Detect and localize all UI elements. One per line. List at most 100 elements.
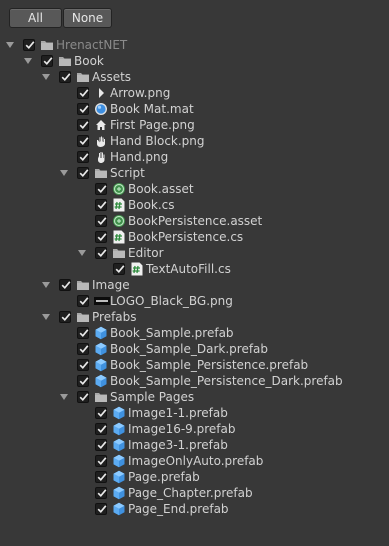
prefab-icon <box>112 486 126 500</box>
tree-item-label: HrenactNET <box>56 38 128 52</box>
tree-row[interactable]: Image <box>0 278 389 294</box>
tree-row[interactable]: Sample Pages <box>0 390 389 406</box>
expand-arrow-icon[interactable] <box>78 250 86 256</box>
tree-item-label: Prefabs <box>92 310 137 324</box>
tree-row[interactable]: Script <box>0 166 389 182</box>
tree-row[interactable]: Image1-1.prefab <box>0 406 389 422</box>
tree-row[interactable]: Book Mat.mat <box>0 102 389 118</box>
expand-arrow-icon[interactable] <box>60 394 68 400</box>
tree-item-label: Page_End.prefab <box>128 502 229 516</box>
tree-row[interactable]: Page_Chapter.prefab <box>0 486 389 502</box>
select-all-button[interactable]: All <box>9 8 62 28</box>
include-checkbox[interactable] <box>77 167 89 179</box>
include-checkbox[interactable] <box>59 71 71 83</box>
folder-icon <box>58 54 72 68</box>
scriptable-asset-icon <box>112 214 126 228</box>
prefab-icon <box>112 422 126 436</box>
tree-row[interactable]: Book <box>0 54 389 70</box>
tree-item-label: Book_Sample_Dark.prefab <box>110 342 269 356</box>
expand-arrow-icon[interactable] <box>42 74 50 80</box>
expand-arrow-icon[interactable] <box>42 314 50 320</box>
tree-row[interactable]: TextAutoFill.cs <box>0 262 389 278</box>
include-checkbox[interactable] <box>95 455 107 467</box>
include-checkbox[interactable] <box>95 503 107 515</box>
tree-row[interactable]: Page.prefab <box>0 470 389 486</box>
tree-row[interactable]: Book_Sample_Persistence.prefab <box>0 358 389 374</box>
csharp-script-icon <box>112 230 126 244</box>
tree-row[interactable]: First Page.png <box>0 118 389 134</box>
material-icon <box>94 102 108 116</box>
folder-icon <box>76 278 90 292</box>
tree-item-label: Editor <box>128 246 164 260</box>
expand-arrow-icon[interactable] <box>42 282 50 288</box>
prefab-icon <box>94 342 108 356</box>
include-checkbox[interactable] <box>95 407 107 419</box>
folder-icon <box>76 70 90 84</box>
tree-item-label: TextAutoFill.cs <box>146 262 231 276</box>
tree-row[interactable]: BookPersistence.asset <box>0 214 389 230</box>
include-checkbox[interactable] <box>95 231 107 243</box>
include-checkbox[interactable] <box>95 199 107 211</box>
include-checkbox[interactable] <box>77 295 89 307</box>
logo-image-icon <box>94 294 110 308</box>
folder-icon <box>94 390 108 404</box>
tree-row[interactable]: Page_End.prefab <box>0 502 389 518</box>
csharp-script-icon <box>112 198 126 212</box>
include-checkbox[interactable] <box>77 359 89 371</box>
tree-row[interactable]: Arrow.png <box>0 86 389 102</box>
include-checkbox[interactable] <box>95 423 107 435</box>
include-checkbox[interactable] <box>95 471 107 483</box>
include-checkbox[interactable] <box>95 215 107 227</box>
tree-item-label: Book.cs <box>128 198 175 212</box>
include-checkbox[interactable] <box>77 119 89 131</box>
tree-item-label: Book <box>74 54 104 68</box>
tree-row[interactable]: Book_Sample.prefab <box>0 326 389 342</box>
include-checkbox[interactable] <box>95 439 107 451</box>
include-checkbox[interactable] <box>59 311 71 323</box>
include-checkbox[interactable] <box>77 375 89 387</box>
tree-row[interactable]: Image3-1.prefab <box>0 438 389 454</box>
include-checkbox[interactable] <box>77 391 89 403</box>
select-none-button[interactable]: None <box>63 8 112 28</box>
tree-row[interactable]: Image16-9.prefab <box>0 422 389 438</box>
tree-row[interactable]: LOGO_Black_BG.png <box>0 294 389 310</box>
tree-row[interactable]: Prefabs <box>0 310 389 326</box>
include-checkbox[interactable] <box>77 343 89 355</box>
tree-item-label: ImageOnlyAuto.prefab <box>128 454 264 468</box>
hand-image-icon <box>94 150 108 164</box>
include-checkbox[interactable] <box>77 103 89 115</box>
include-checkbox[interactable] <box>77 87 89 99</box>
tree-item-label: Image16-9.prefab <box>128 422 236 436</box>
include-checkbox[interactable] <box>95 247 107 259</box>
tree-row[interactable]: Assets <box>0 70 389 86</box>
include-checkbox[interactable] <box>41 55 53 67</box>
tree-row[interactable]: HrenactNET <box>0 38 389 54</box>
include-checkbox[interactable] <box>95 487 107 499</box>
tree-row[interactable]: Book.asset <box>0 182 389 198</box>
expand-arrow-icon[interactable] <box>24 58 32 64</box>
tree-row[interactable]: Editor <box>0 246 389 262</box>
include-checkbox[interactable] <box>23 39 35 51</box>
expand-arrow-icon[interactable] <box>6 42 14 48</box>
include-checkbox[interactable] <box>77 151 89 163</box>
tree-item-label: Book_Sample.prefab <box>110 326 234 340</box>
tree-item-label: Page_Chapter.prefab <box>128 486 253 500</box>
tree-row[interactable]: Hand.png <box>0 150 389 166</box>
folder-icon <box>112 246 126 260</box>
include-checkbox[interactable] <box>77 327 89 339</box>
include-checkbox[interactable] <box>59 279 71 291</box>
prefab-icon <box>112 438 126 452</box>
tree-row[interactable]: Book.cs <box>0 198 389 214</box>
tree-item-label: Book_Sample_Persistence.prefab <box>110 358 309 372</box>
tree-row[interactable]: ImageOnlyAuto.prefab <box>0 454 389 470</box>
tree-row[interactable]: BookPersistence.cs <box>0 230 389 246</box>
include-checkbox[interactable] <box>113 263 125 275</box>
expand-arrow-icon[interactable] <box>60 170 68 176</box>
prefab-icon <box>112 502 126 516</box>
tree-item-label: Sample Pages <box>110 390 195 404</box>
tree-row[interactable]: Book_Sample_Dark.prefab <box>0 342 389 358</box>
include-checkbox[interactable] <box>95 183 107 195</box>
tree-row[interactable]: Book_Sample_Persistence_Dark.prefab <box>0 374 389 390</box>
include-checkbox[interactable] <box>77 135 89 147</box>
tree-row[interactable]: Hand Block.png <box>0 134 389 150</box>
